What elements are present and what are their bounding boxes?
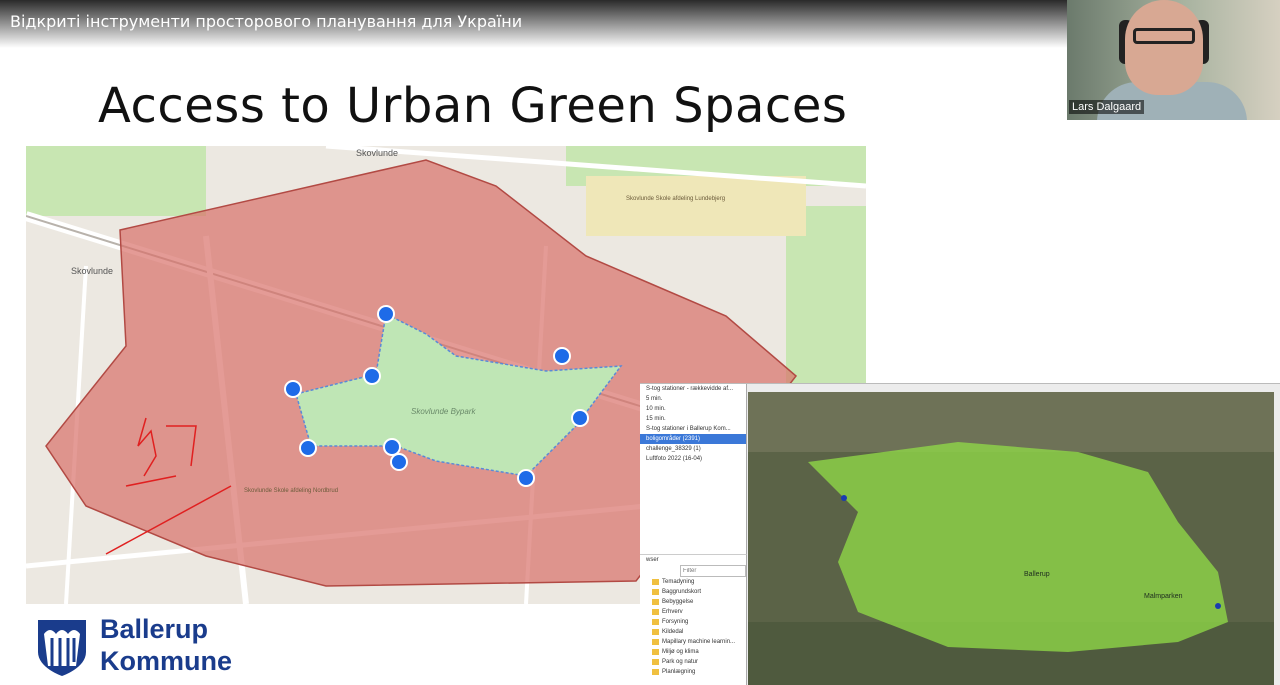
browser-item[interactable]: Forsyning [640,617,746,627]
map-label-school-top: Skovlunde Skole afdeling Lundebjerg [626,196,725,202]
logo-text-kommune: Kommune [100,646,233,676]
satellite-map[interactable]: Ballerup Malmparken [748,392,1274,685]
layer-row[interactable]: S-tog stationer - rækkevidde af... [640,384,746,394]
browser-title: wser [646,557,659,563]
school-area [586,176,806,236]
layer-row[interactable]: 5 min. [640,394,746,404]
presenter-face [1125,0,1203,95]
access-point-icon[interactable] [284,380,302,398]
coat-of-arms-icon [38,620,86,676]
browser-item[interactable]: Park og natur [640,657,746,667]
browser-item[interactable]: Erhverv [640,607,746,617]
browser-item[interactable]: Kildedal [640,627,746,637]
layer-row[interactable]: Luftfoto 2022 (16-04) [640,454,746,464]
webcam-name-label: Lars Dalgaard [1069,100,1145,114]
access-point-icon[interactable] [299,439,317,457]
browser-item[interactable]: Temadyning [640,577,746,587]
station-icon[interactable] [1215,603,1221,609]
layer-row-selected[interactable]: boligområder (2391) [640,434,746,444]
access-point-icon[interactable] [571,409,589,427]
green-area [26,146,206,216]
logo-text-ballerup: Ballerup [100,614,209,644]
access-point-icon[interactable] [553,347,571,365]
access-point-icon[interactable] [383,438,401,456]
map-label-skovlunde-top: Skovlunde [356,148,398,158]
layer-row[interactable]: S-tog stationer i Ballerup Kom... [640,424,746,434]
map-label-park: Skovlunde Bypark [411,407,476,416]
presenter-glasses [1133,28,1195,44]
layer-row[interactable]: challenge_38329 (1) [640,444,746,454]
sat-label-malmparken: Malmparken [1144,593,1183,600]
webcam-feed: Lars Dalgaard [1067,0,1280,120]
slide-title: Access to Urban Green Spaces [98,78,848,134]
sat-label-ballerup: Ballerup [1024,571,1050,578]
layer-row[interactable]: 15 min. [640,414,746,424]
browser-item[interactable]: Bebyggelse [640,597,746,607]
video-title[interactable]: Відкриті інструменти просторового планув… [10,12,522,31]
browser-item[interactable]: Baggrundskort [640,587,746,597]
layer-row[interactable]: 10 min. [640,404,746,414]
access-point-icon[interactable] [377,305,395,323]
browser-item[interactable]: Planlægning [640,667,746,677]
browser-panel[interactable]: wser Temadyning Baggrundskort Bebyggelse… [640,554,747,685]
ballerup-kommune-logo: Ballerup Kommune [36,614,246,680]
layers-panel[interactable]: S-tog stationer - rækkevidde af... 5 min… [640,384,747,554]
access-point-icon[interactable] [517,469,535,487]
map-label-skovlunde-left: Skovlunde [71,266,113,276]
access-point-icon[interactable] [390,453,408,471]
qgis-window: S-tog stationer - rækkevidde af... 5 min… [640,383,1280,685]
browser-item[interactable]: Mapillary machine learnin... [640,637,746,647]
browser-filter-input[interactable] [680,565,746,577]
station-icon[interactable] [841,495,847,501]
browser-item[interactable]: Miljø og klima [640,647,746,657]
access-point-icon[interactable] [363,367,381,385]
map-label-school-bottom: Skovlunde Skole afdeling Nordbrud [244,488,338,494]
